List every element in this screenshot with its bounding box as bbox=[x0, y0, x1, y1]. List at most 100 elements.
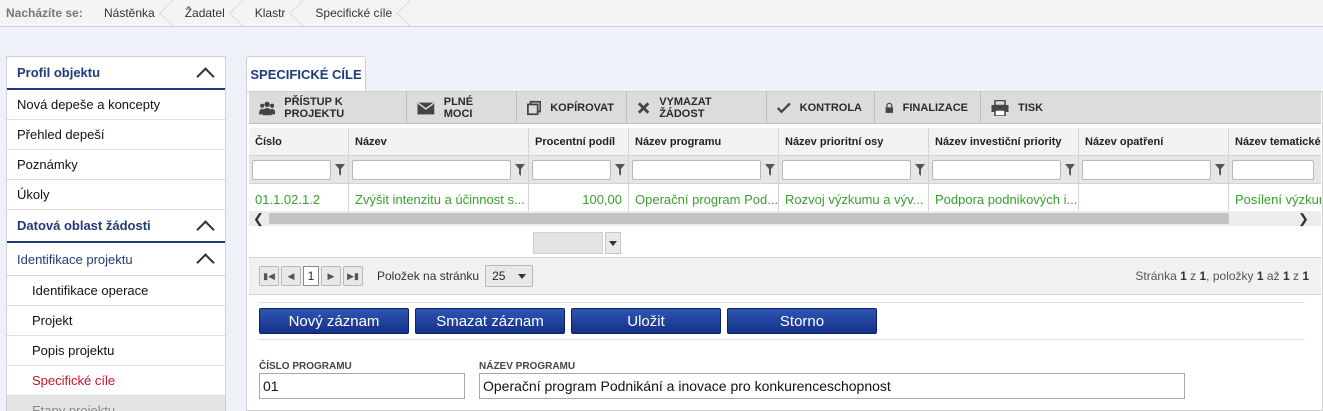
column-header-nazev-programu[interactable]: Název programu bbox=[629, 128, 779, 155]
pager-info-to: 1 bbox=[1282, 269, 1290, 283]
per-page-value: 25 bbox=[492, 269, 506, 283]
checkmark-icon bbox=[777, 102, 791, 114]
project-access-button[interactable]: PŘÍSTUP K PROJEKTU bbox=[249, 92, 407, 124]
cancel-button[interactable]: Storno bbox=[727, 308, 877, 334]
program-name-field[interactable]: Operační program Podnikání a inovace pro… bbox=[479, 373, 1185, 399]
filter-cell bbox=[629, 156, 779, 183]
column-selector-field[interactable] bbox=[533, 232, 603, 254]
power-of-attorney-button[interactable]: PLNÉ MOCI bbox=[407, 92, 517, 124]
action-bar: Nový záznam Smazat záznam Uložit Storno bbox=[259, 302, 1305, 340]
program-number-field[interactable]: 01 bbox=[259, 373, 465, 399]
sidebar-section-profil[interactable]: Profil objektu bbox=[7, 57, 225, 90]
sidebar-item-etapy-projektu[interactable]: Etapy projektu bbox=[7, 396, 225, 411]
filter-input[interactable] bbox=[1232, 159, 1314, 180]
users-icon bbox=[259, 101, 276, 116]
close-icon bbox=[637, 102, 650, 114]
column-header-cislo[interactable]: Číslo bbox=[249, 128, 349, 155]
filter-input[interactable] bbox=[932, 159, 1061, 180]
filter-icon[interactable] bbox=[1065, 163, 1075, 176]
sidebar-item-specificke-cile[interactable]: Specifické cíle bbox=[7, 366, 225, 396]
last-page-icon[interactable]: ▶▮ bbox=[343, 266, 363, 286]
copy-button[interactable]: KOPÍROVAT bbox=[517, 92, 627, 124]
sidebar-item-popis-projektu[interactable]: Popis projektu bbox=[7, 336, 225, 366]
first-page-icon[interactable]: ▮◀ bbox=[259, 266, 279, 286]
chevron-up-icon[interactable] bbox=[195, 66, 215, 80]
tab-specificke-cile[interactable]: SPECIFICKÉ CÍLE bbox=[246, 56, 366, 92]
finalize-button[interactable]: FINALIZACE bbox=[875, 92, 981, 124]
copy-label: KOPÍROVAT bbox=[550, 102, 614, 114]
filter-icon[interactable] bbox=[615, 163, 625, 176]
chevron-up-icon[interactable] bbox=[195, 252, 215, 266]
cell-tematicky: Posílení výzkumu bbox=[1235, 191, 1321, 207]
filter-input[interactable] bbox=[632, 159, 761, 180]
column-header-opatreni[interactable]: Název opatření bbox=[1079, 128, 1229, 155]
pager-info-prefix: Stránka bbox=[1135, 269, 1177, 283]
save-button[interactable]: Uložit bbox=[571, 308, 721, 334]
breadcrumb-lead: Nacházíte se: bbox=[6, 6, 83, 20]
print-button[interactable]: TISK bbox=[981, 92, 1061, 124]
table-row[interactable]: 01.1.02.1.2 Zvýšit intenzitu a účinnost … bbox=[249, 184, 1321, 214]
pager-info-comma: , bbox=[1206, 269, 1210, 283]
column-selector[interactable] bbox=[533, 232, 623, 254]
horizontal-scrollbar[interactable]: ❮ ❯ bbox=[249, 211, 1321, 226]
chevron-right-icon[interactable]: ❯ bbox=[1296, 211, 1311, 226]
filter-icon[interactable] bbox=[915, 163, 925, 176]
sidebar-item-projekt[interactable]: Projekt bbox=[7, 306, 225, 336]
breadcrumb-item-klastr[interactable]: Klastr bbox=[239, 0, 304, 27]
column-header-tematicky[interactable]: Název tematického bbox=[1229, 128, 1321, 155]
chevron-up-icon[interactable] bbox=[195, 219, 215, 233]
power-of-attorney-label: PLNÉ MOCI bbox=[443, 96, 474, 120]
cell-nazev: Zvýšit intenzitu a účinnost s... bbox=[349, 184, 529, 214]
next-page-icon[interactable]: ▶ bbox=[321, 266, 341, 286]
column-header-investicni-priorita[interactable]: Název investiční priority bbox=[929, 128, 1079, 155]
sidebar-subsection-title: Identifikace projektu bbox=[17, 251, 133, 267]
sidebar-item-poznamky[interactable]: Poznámky bbox=[7, 150, 225, 180]
filter-cell bbox=[929, 156, 1079, 183]
filter-input[interactable] bbox=[782, 159, 911, 180]
caret-down-icon bbox=[518, 273, 527, 279]
current-page[interactable]: 1 bbox=[303, 266, 319, 286]
breadcrumb: Nacházíte se: Nástěnka Žadatel Klastr Sp… bbox=[0, 0, 1323, 27]
caret-down-icon[interactable] bbox=[605, 232, 621, 254]
program-number-label: ČÍSLO PROGRAMU bbox=[259, 361, 352, 372]
sidebar-item-ukoly[interactable]: Úkoly bbox=[7, 180, 225, 210]
filter-cell bbox=[1079, 156, 1229, 183]
filter-cell bbox=[529, 156, 629, 183]
filter-icon[interactable] bbox=[1215, 163, 1225, 176]
sidebar-item-prehled-depesi[interactable]: Přehled depeší bbox=[7, 120, 225, 150]
per-page-select[interactable]: 25 bbox=[485, 265, 534, 287]
column-header-prioritni-osa[interactable]: Název prioritní osy bbox=[779, 128, 929, 155]
filter-input[interactable] bbox=[1082, 159, 1211, 180]
filter-input[interactable] bbox=[352, 159, 511, 180]
filter-icon[interactable] bbox=[515, 163, 525, 176]
sidebar-subsection-identifikace[interactable]: Identifikace projektu bbox=[7, 243, 225, 276]
pager-info-items: položky bbox=[1212, 269, 1254, 283]
check-button[interactable]: KONTROLA bbox=[767, 92, 875, 124]
program-name-label: NÁZEV PROGRAMU bbox=[479, 361, 576, 372]
column-header-procentni-podil[interactable]: Procentní podíl bbox=[529, 128, 629, 155]
pager-info-page: 1 bbox=[1180, 269, 1187, 283]
finalize-label: FINALIZACE bbox=[902, 102, 968, 114]
breadcrumb-item-zadatel[interactable]: Žadatel bbox=[169, 0, 243, 27]
prev-page-icon[interactable]: ◀ bbox=[281, 266, 301, 286]
check-label: KONTROLA bbox=[799, 102, 862, 114]
sidebar-item-identifikace-operace[interactable]: Identifikace operace bbox=[7, 276, 225, 306]
delete-record-button[interactable]: Smazat záznam bbox=[415, 308, 565, 334]
sidebar-section-datova-oblast[interactable]: Datová oblast žádosti bbox=[7, 210, 225, 243]
new-record-button[interactable]: Nový záznam bbox=[259, 308, 409, 334]
chevron-left-icon[interactable]: ❮ bbox=[251, 211, 266, 226]
filter-icon[interactable] bbox=[335, 163, 345, 176]
sidebar-item-nova-depese[interactable]: Nová depeše a koncepty bbox=[7, 90, 225, 120]
pager-info-from: 1 bbox=[1256, 269, 1264, 283]
delete-application-button[interactable]: VYMAZAT ŽÁDOST bbox=[627, 92, 767, 124]
scrollbar-thumb[interactable] bbox=[269, 213, 1229, 224]
filter-input[interactable] bbox=[532, 159, 611, 180]
printer-icon bbox=[991, 100, 1009, 116]
column-header-nazev[interactable]: Název bbox=[349, 128, 529, 155]
filter-cell bbox=[1229, 156, 1321, 183]
lock-icon bbox=[885, 102, 893, 113]
breadcrumb-item-nastenka[interactable]: Nástěnka bbox=[88, 0, 173, 27]
filter-input[interactable] bbox=[252, 159, 331, 180]
print-label: TISK bbox=[1018, 102, 1044, 114]
filter-icon[interactable] bbox=[765, 163, 775, 176]
